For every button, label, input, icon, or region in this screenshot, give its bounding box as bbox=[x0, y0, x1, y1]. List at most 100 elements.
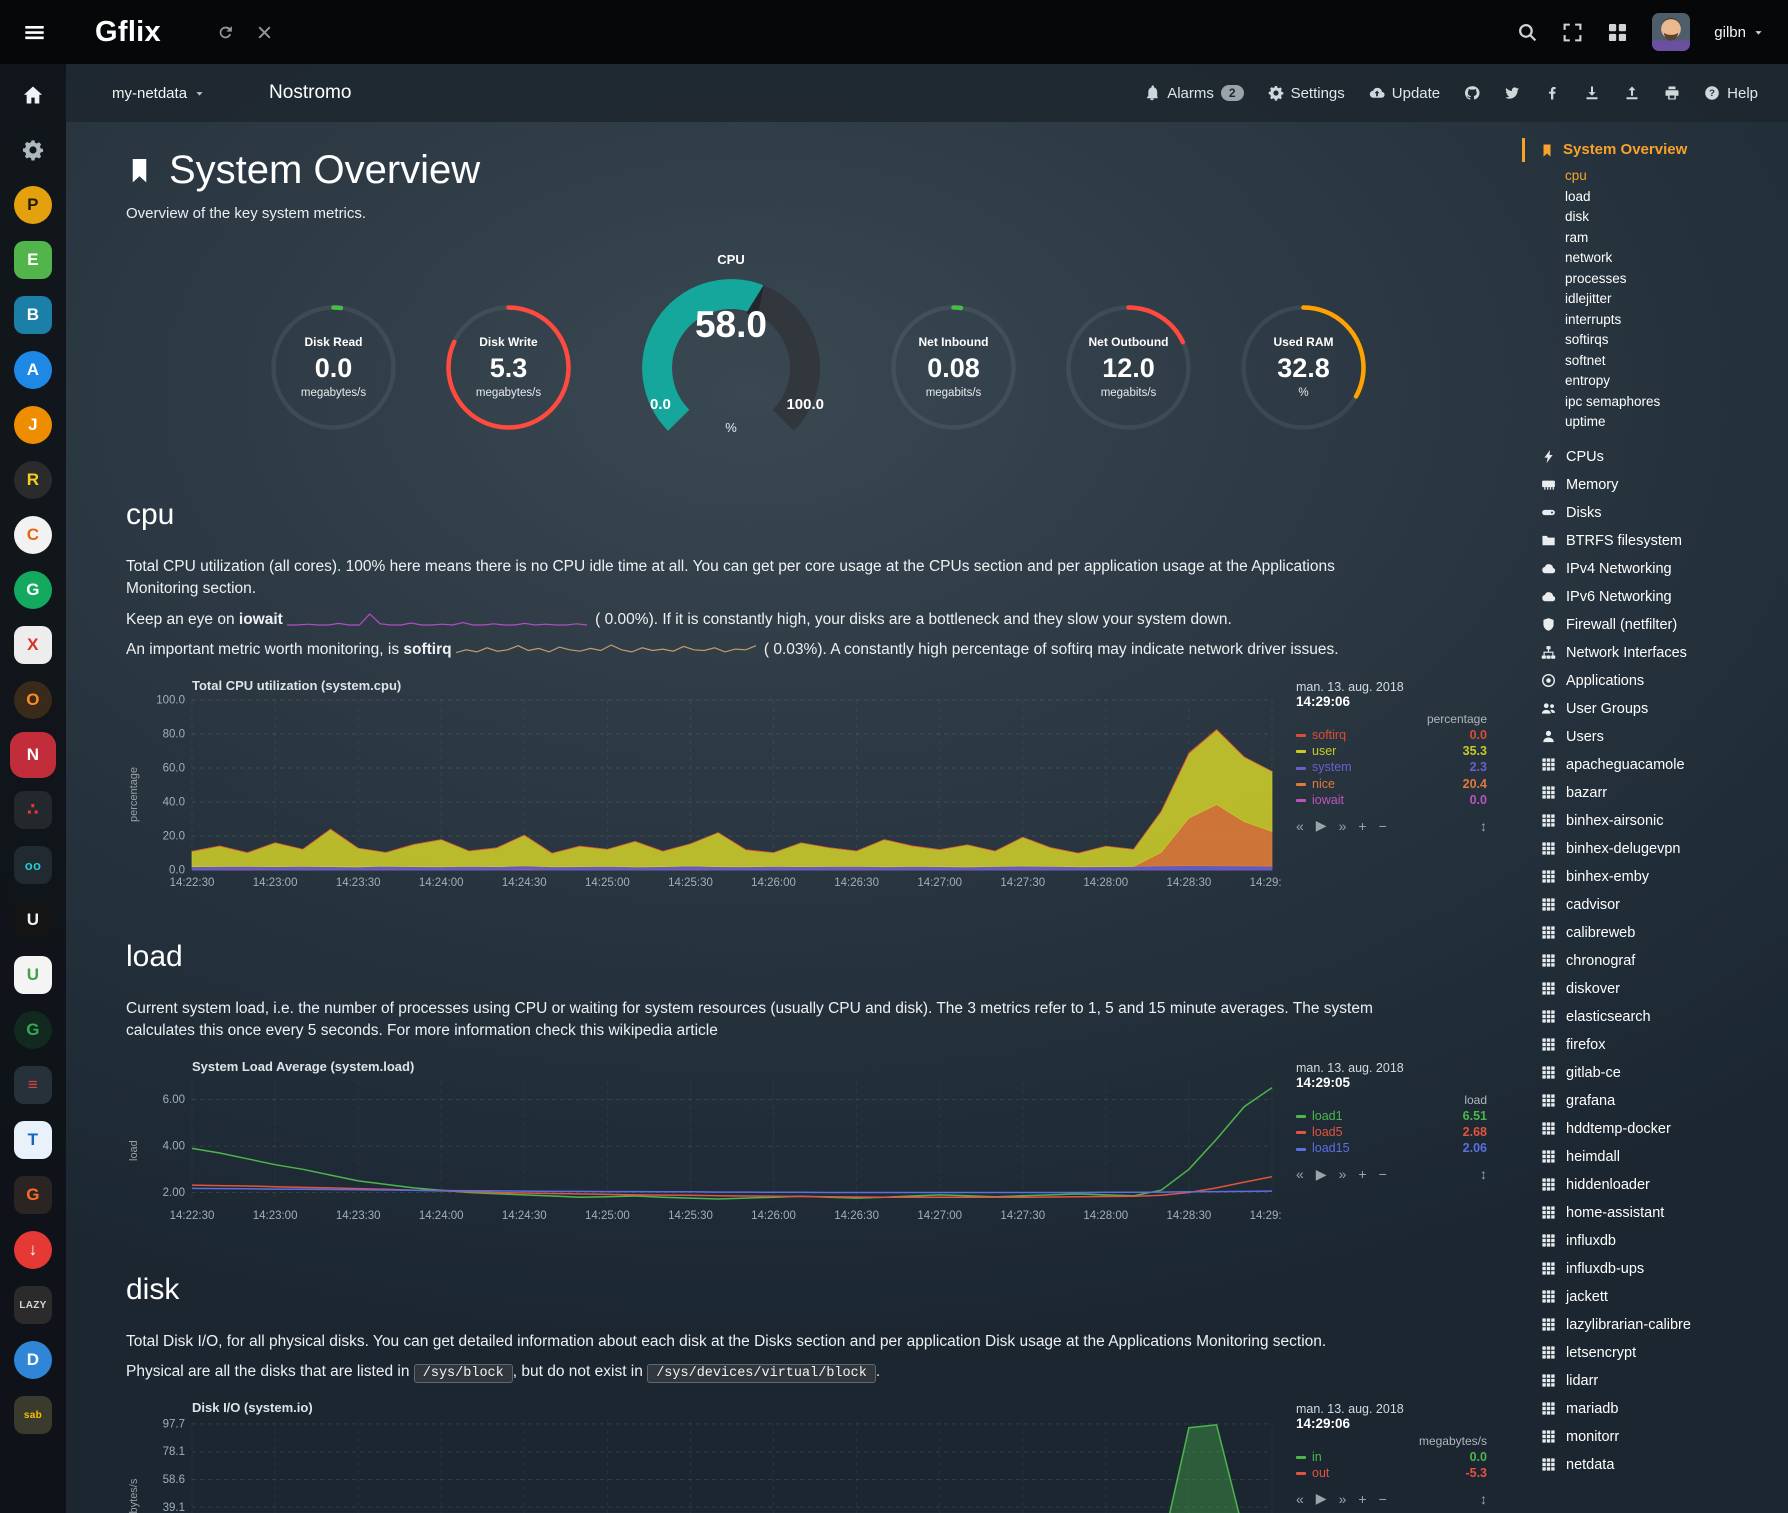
menu-sub-entropy[interactable]: entropy bbox=[1540, 371, 1782, 392]
menu-sub-processes[interactable]: processes bbox=[1540, 269, 1782, 290]
sidebar-app-x[interactable]: X bbox=[12, 624, 54, 666]
menu-item-letsencrypt[interactable]: letsencrypt bbox=[1540, 1339, 1782, 1367]
menu-item-btrfs-filesystem[interactable]: BTRFS filesystem bbox=[1540, 527, 1782, 555]
sidebar-app-down-arrow[interactable]: ↓ bbox=[12, 1229, 54, 1271]
menu-item-ipv6-networking[interactable]: IPv6 Networking bbox=[1540, 583, 1782, 611]
chart-plot-load[interactable]: 14:22:3014:23:0014:23:3014:24:0014:24:30… bbox=[142, 1075, 1282, 1227]
upload-snapshot-button[interactable] bbox=[1624, 85, 1640, 101]
menu-item-hddtemp-docker[interactable]: hddtemp-docker bbox=[1540, 1115, 1782, 1143]
sidebar-plex[interactable]: P bbox=[12, 184, 54, 226]
menu-sub-ram[interactable]: ram bbox=[1540, 228, 1782, 249]
sidebar-app-orange-circle[interactable]: C bbox=[12, 514, 54, 556]
menu-item-calibreweb[interactable]: calibreweb bbox=[1540, 919, 1782, 947]
legend-cpu-softirq[interactable]: softirq0.0 bbox=[1296, 727, 1487, 743]
gauge-cpu[interactable]: CPU58.00.0100.0% bbox=[616, 252, 846, 452]
menu-item-lidarr[interactable]: lidarr bbox=[1540, 1367, 1782, 1395]
menu-system-overview[interactable]: System Overview bbox=[1540, 138, 1782, 162]
chart-load-resize[interactable]: ↕ bbox=[1480, 1166, 1487, 1182]
menu-item-disks[interactable]: Disks bbox=[1540, 499, 1782, 527]
menu-item-chronograf[interactable]: chronograf bbox=[1540, 947, 1782, 975]
chart-load-fast-forward[interactable]: » bbox=[1339, 1166, 1347, 1182]
menu-item-home-assistant[interactable]: home-assistant bbox=[1540, 1199, 1782, 1227]
sidebar-jackett[interactable]: J bbox=[12, 404, 54, 446]
chart-cpu-fast-forward[interactable]: » bbox=[1339, 818, 1347, 834]
menu-sub-disk[interactable]: disk bbox=[1540, 207, 1782, 228]
iowait-sparkline[interactable] bbox=[287, 612, 587, 627]
menu-item-memory[interactable]: Memory bbox=[1540, 471, 1782, 499]
sidebar-emby[interactable]: E bbox=[12, 239, 54, 281]
chart-disk-zoom-in[interactable]: + bbox=[1358, 1491, 1366, 1507]
menu-item-diskover[interactable]: diskover bbox=[1540, 975, 1782, 1003]
wikipedia-link[interactable]: wikipedia article bbox=[608, 1022, 717, 1039]
alarms-button[interactable]: Alarms 2 bbox=[1144, 85, 1243, 102]
menu-sub-idlejitter[interactable]: idlejitter bbox=[1540, 289, 1782, 310]
menu-item-influxdb-ups[interactable]: influxdb-ups bbox=[1540, 1255, 1782, 1283]
menu-item-firefox[interactable]: firefox bbox=[1540, 1031, 1782, 1059]
sidebar-deluge[interactable]: D bbox=[12, 1339, 54, 1381]
menu-item-users[interactable]: Users bbox=[1540, 723, 1782, 751]
menu-item-apacheguacamole[interactable]: apacheguacamole bbox=[1540, 751, 1782, 779]
legend-disk-in[interactable]: in0.0 bbox=[1296, 1449, 1487, 1465]
chart-disk-zoom-out[interactable]: − bbox=[1379, 1491, 1387, 1507]
gauge-used-ram[interactable]: Used RAM32.8% bbox=[1236, 300, 1371, 452]
chart-plot-disk[interactable]: 14:22:3014:23:0014:23:3014:24:0014:24:30… bbox=[142, 1416, 1282, 1513]
menu-sub-ipc-semaphores[interactable]: ipc semaphores bbox=[1540, 392, 1782, 413]
menu-item-cpus[interactable]: CPUs bbox=[1540, 443, 1782, 471]
server-dropdown[interactable]: my-netdata bbox=[112, 85, 205, 102]
help-button[interactable]: ? Help bbox=[1704, 85, 1758, 102]
menu-item-ipv4-networking[interactable]: IPv4 Networking bbox=[1540, 555, 1782, 583]
chart-cpu-play[interactable]: ▶ bbox=[1316, 817, 1327, 834]
chart-load-play[interactable]: ▶ bbox=[1316, 1166, 1327, 1183]
menu-item-applications[interactable]: Applications bbox=[1540, 667, 1782, 695]
menu-item-influxdb[interactable]: influxdb bbox=[1540, 1227, 1782, 1255]
fullscreen-button[interactable] bbox=[1562, 22, 1583, 43]
menu-item-jackett[interactable]: jackett bbox=[1540, 1283, 1782, 1311]
sidebar-app-u-green[interactable]: U bbox=[12, 954, 54, 996]
gauge-disk-write[interactable]: Disk Write5.3megabytes/s bbox=[441, 300, 576, 452]
chart-cpu-zoom-out[interactable]: − bbox=[1379, 818, 1387, 834]
twitter-button[interactable] bbox=[1504, 85, 1520, 101]
menu-item-network-interfaces[interactable]: Network Interfaces bbox=[1540, 639, 1782, 667]
sidebar-app-spider[interactable]: O bbox=[12, 679, 54, 721]
gauge-net-inbound[interactable]: Net Inbound0.08megabits/s bbox=[886, 300, 1021, 452]
menu-sub-network[interactable]: network bbox=[1540, 248, 1782, 269]
menu-item-grafana[interactable]: grafana bbox=[1540, 1087, 1782, 1115]
chart-cpu-resize[interactable]: ↕ bbox=[1480, 818, 1487, 834]
legend-cpu-nice[interactable]: nice20.4 bbox=[1296, 776, 1487, 792]
legend-load-load5[interactable]: load52.68 bbox=[1296, 1124, 1487, 1140]
sidebar-netdata[interactable]: N bbox=[12, 734, 54, 776]
legend-load-load1[interactable]: load16.51 bbox=[1296, 1108, 1487, 1124]
softirq-sparkline[interactable] bbox=[456, 643, 756, 658]
legend-cpu-user[interactable]: user35.3 bbox=[1296, 743, 1487, 759]
menu-item-heimdall[interactable]: heimdall bbox=[1540, 1143, 1782, 1171]
menu-sub-uptime[interactable]: uptime bbox=[1540, 412, 1782, 433]
settings-button[interactable]: Settings bbox=[1268, 85, 1345, 102]
menu-sub-interrupts[interactable]: interrupts bbox=[1540, 310, 1782, 331]
user-menu[interactable]: gilbn bbox=[1714, 24, 1764, 41]
menu-sub-softnet[interactable]: softnet bbox=[1540, 351, 1782, 372]
menu-item-binhex-airsonic[interactable]: binhex-airsonic bbox=[1540, 807, 1782, 835]
menu-sub-load[interactable]: load bbox=[1540, 187, 1782, 208]
menu-item-lazylibrarian-calibre[interactable]: lazylibrarian-calibre bbox=[1540, 1311, 1782, 1339]
menu-item-binhex-delugevpn[interactable]: binhex-delugevpn bbox=[1540, 835, 1782, 863]
sidebar-settings[interactable] bbox=[12, 129, 54, 171]
chart-disk-play[interactable]: ▶ bbox=[1316, 1490, 1327, 1507]
sidebar-unraid[interactable]: U bbox=[12, 899, 54, 941]
sidebar-app-tower[interactable]: T bbox=[12, 1119, 54, 1161]
menu-item-binhex-emby[interactable]: binhex-emby bbox=[1540, 863, 1782, 891]
menu-item-firewall-netfilter-[interactable]: Firewall (netfilter) bbox=[1540, 611, 1782, 639]
menu-item-hiddenloader[interactable]: hiddenloader bbox=[1540, 1171, 1782, 1199]
search-button[interactable] bbox=[1517, 22, 1538, 43]
chart-load-zoom-in[interactable]: + bbox=[1358, 1166, 1366, 1182]
menu-item-elasticsearch[interactable]: elasticsearch bbox=[1540, 1003, 1782, 1031]
close-tab-button[interactable] bbox=[256, 24, 273, 41]
refresh-tab-button[interactable] bbox=[217, 24, 234, 41]
sidebar-home[interactable] bbox=[12, 74, 54, 116]
download-snapshot-button[interactable] bbox=[1584, 85, 1600, 101]
menu-item-monitorr[interactable]: monitorr bbox=[1540, 1423, 1782, 1451]
update-button[interactable]: Update bbox=[1369, 85, 1440, 102]
chart-disk-rewind[interactable]: « bbox=[1296, 1491, 1304, 1507]
menu-item-cadvisor[interactable]: cadvisor bbox=[1540, 891, 1782, 919]
chart-cpu-zoom-in[interactable]: + bbox=[1358, 818, 1366, 834]
legend-cpu-iowait[interactable]: iowait0.0 bbox=[1296, 792, 1487, 808]
